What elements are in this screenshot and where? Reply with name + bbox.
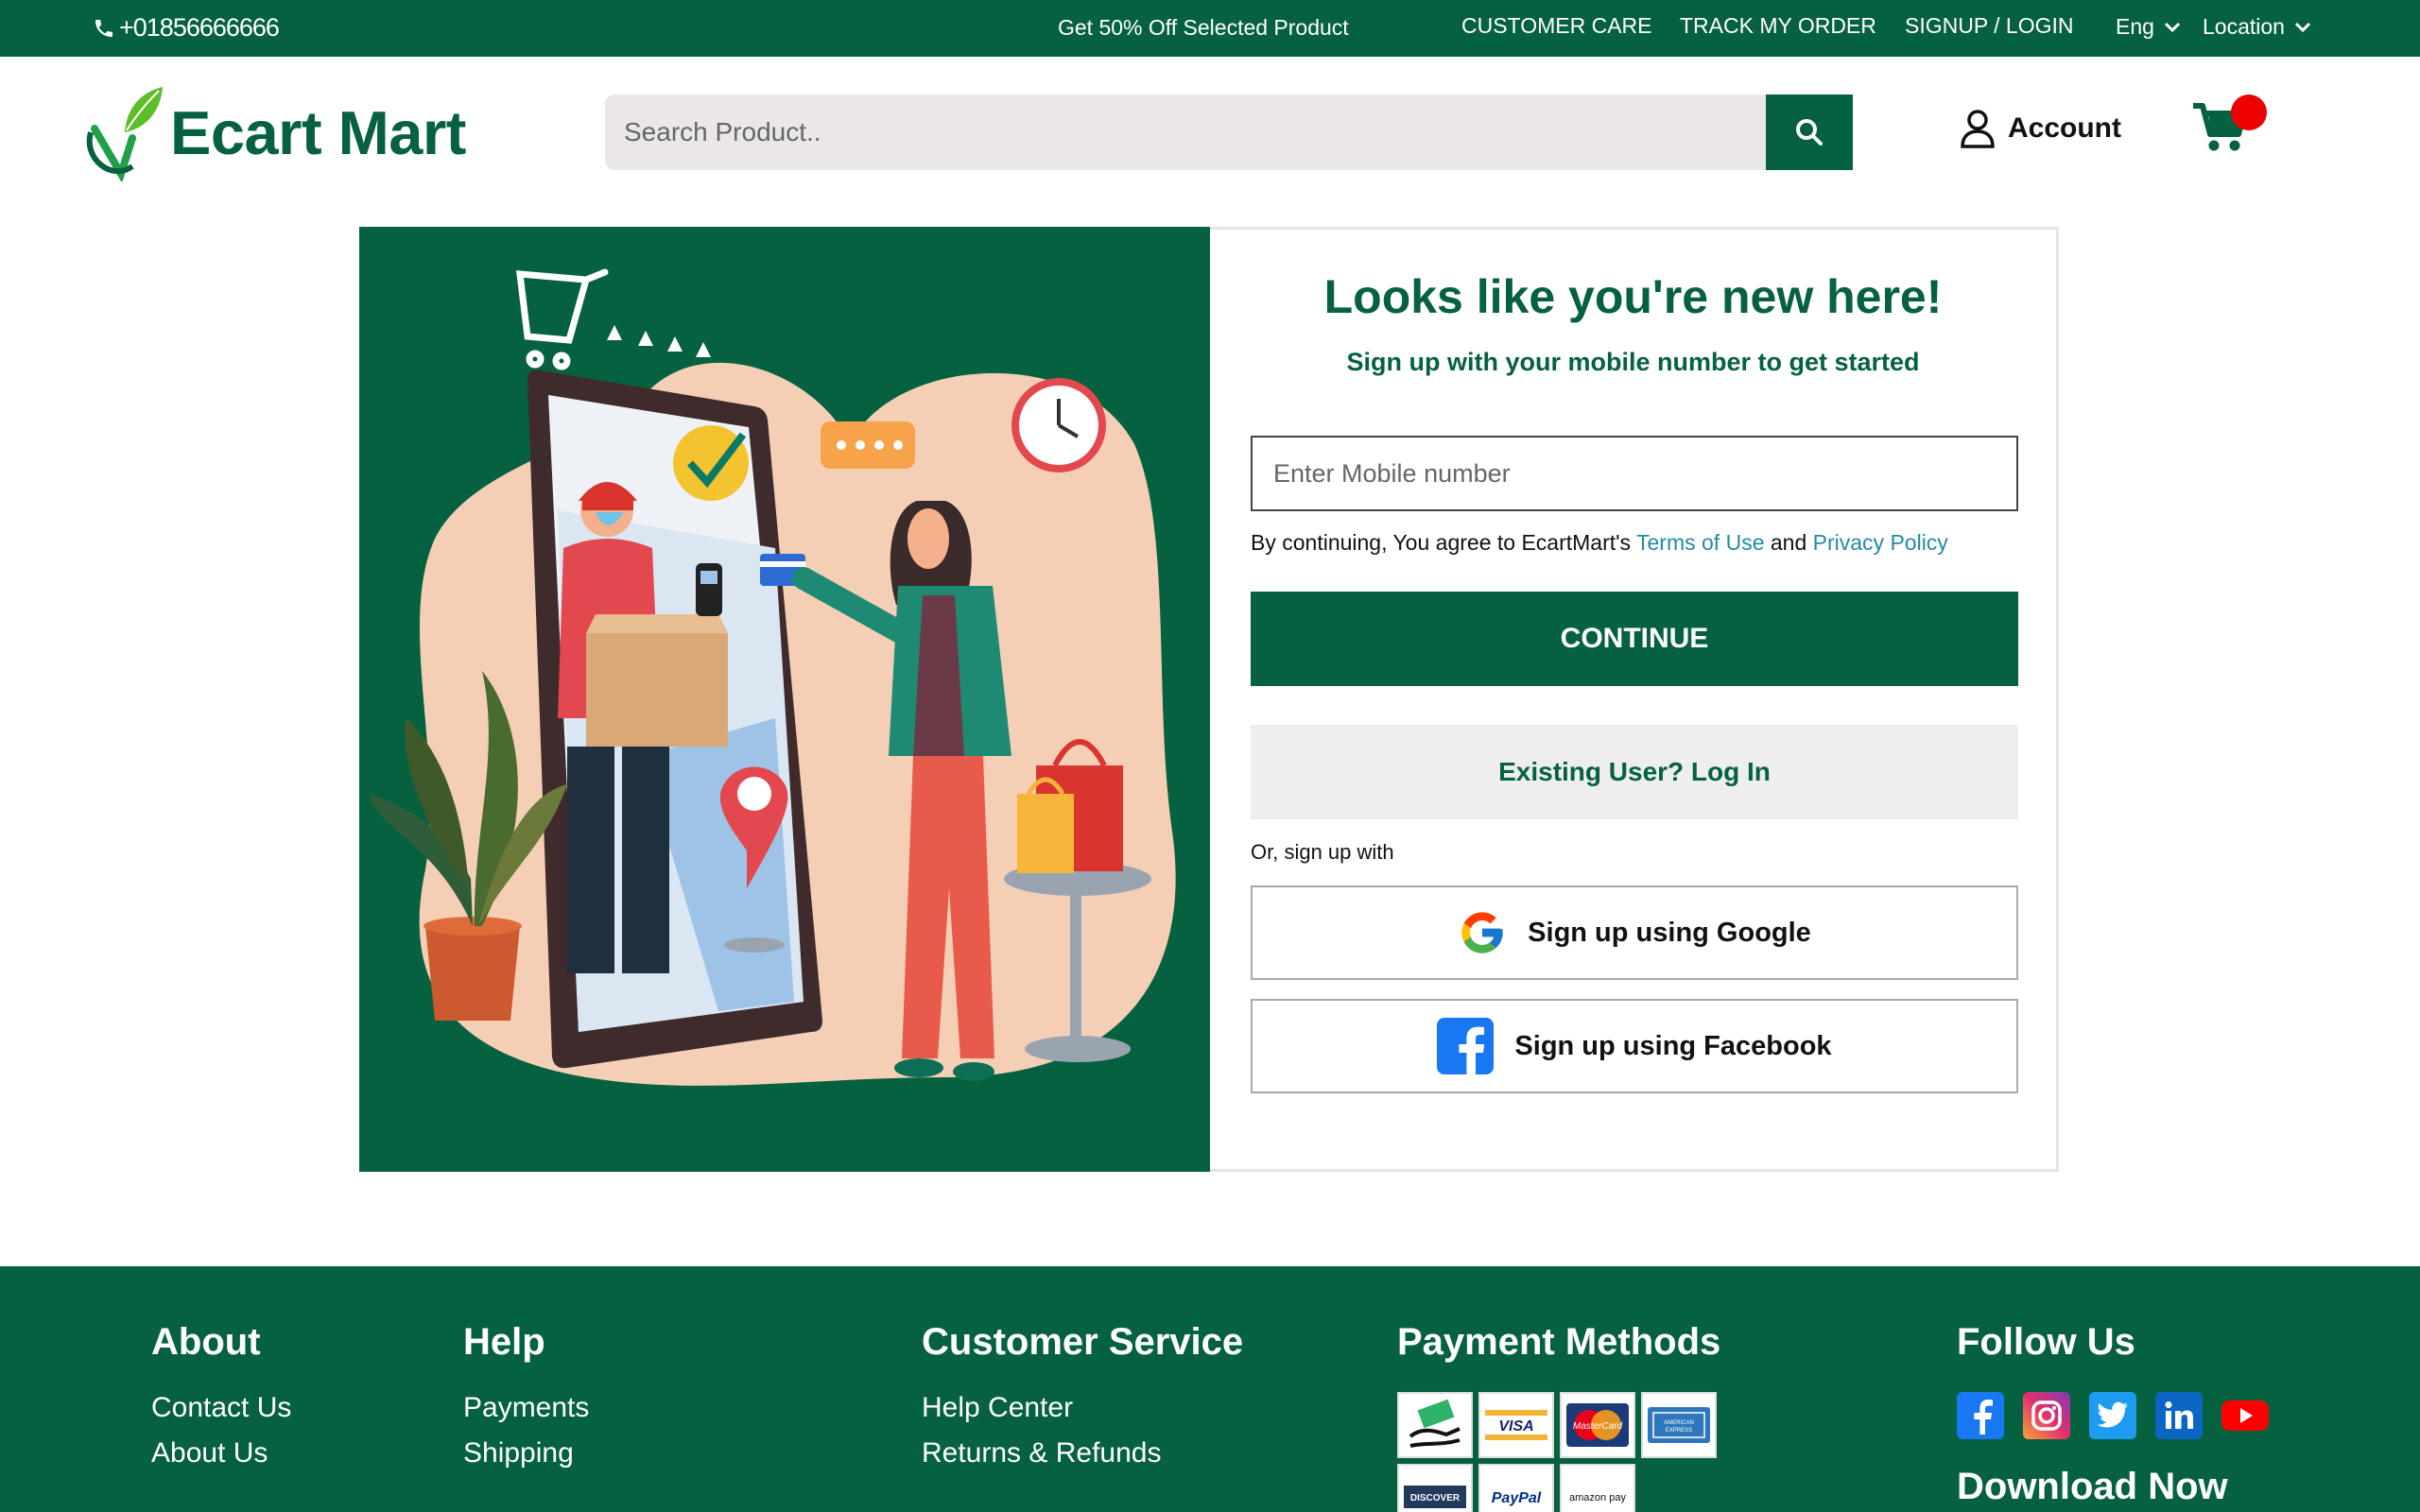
amex-card: AMERICAN EXPRESS xyxy=(1641,1392,1717,1458)
mastercard-text: MasterCard xyxy=(1573,1421,1623,1432)
footer-follow-title: Follow Us xyxy=(1957,1321,2135,1363)
payment-row-1: VISA MasterCard AMERICAN EXPRESS xyxy=(1397,1392,1720,1458)
facebook-icon[interactable] xyxy=(1957,1392,2004,1439)
leaf-logo-icon xyxy=(86,87,163,181)
instagram-icon[interactable] xyxy=(2023,1392,2070,1439)
chevron-down-icon xyxy=(2164,22,2180,32)
footer-help: Help Payments Shipping xyxy=(463,1321,589,1483)
top-bar: +01856666666 Get 50% Off Selected Produc… xyxy=(0,0,2420,57)
existing-user-login-button[interactable]: Existing User? Log In xyxy=(1251,725,2018,819)
terms-text: By continuing, You agree to EcartMart's … xyxy=(1251,530,1948,556)
amazon-pay-text: amazon pay xyxy=(1569,1492,1626,1503)
customer-care-link[interactable]: CUSTOMER CARE xyxy=(1461,13,1652,39)
footer-follow-us: Follow Us Download Now xyxy=(1957,1321,2269,1508)
google-signup-button[interactable]: Sign up using Google xyxy=(1251,885,2018,980)
search-icon xyxy=(1796,119,1823,146)
terms-and: and xyxy=(1770,530,1807,555)
location-value: Location xyxy=(2203,14,2285,39)
discover-card: DISCOVER xyxy=(1397,1464,1473,1512)
footer-customer-service: Customer Service Help Center Returns & R… xyxy=(922,1321,1243,1483)
cart-illustration xyxy=(516,268,609,370)
footer-help-title: Help xyxy=(463,1321,545,1363)
download-now-title: Download Now xyxy=(1957,1466,2228,1507)
search-input[interactable] xyxy=(605,94,1766,170)
payment-row-2: DISCOVER PayPal amazon pay xyxy=(1397,1464,1720,1512)
account-label: Account xyxy=(2008,112,2121,144)
facebook-signup-label: Sign up using Facebook xyxy=(1514,1030,1832,1061)
location-dropdown[interactable]: Location xyxy=(2203,14,2311,40)
track-order-link[interactable]: TRACK MY ORDER xyxy=(1680,13,1876,39)
paypal-text: PayPal xyxy=(1492,1490,1542,1506)
svg-text:AMERICAN: AMERICAN xyxy=(1664,1420,1694,1426)
brand-logo[interactable]: Ecart Mart xyxy=(83,83,466,181)
discover-text: DISCOVER xyxy=(1410,1493,1461,1503)
footer-about: About Contact Us About Us xyxy=(151,1321,291,1483)
paypal-card: PayPal xyxy=(1478,1464,1554,1512)
user-icon xyxy=(1961,110,1995,148)
promo-text: Get 50% Off Selected Product xyxy=(1058,15,1349,40)
visa-card: VISA xyxy=(1478,1392,1554,1458)
footer-payment-methods: Payment Methods VISA MasterCard AMERICAN… xyxy=(1397,1321,1720,1512)
social-links xyxy=(1957,1392,2269,1439)
about-us-link[interactable]: About Us xyxy=(151,1437,291,1469)
language-value: Eng xyxy=(2116,14,2154,39)
account-button[interactable]: Account xyxy=(1959,109,2121,148)
help-center-link[interactable]: Help Center xyxy=(922,1392,1243,1424)
google-icon xyxy=(1461,912,1503,954)
contact-us-link[interactable]: Contact Us xyxy=(151,1392,291,1424)
search-bar xyxy=(605,94,1853,170)
phone-number: +01856666666 xyxy=(119,13,280,42)
chevron-down-icon xyxy=(2294,22,2311,32)
visa-text: VISA xyxy=(1498,1418,1533,1435)
linkedin-icon[interactable] xyxy=(2155,1392,2203,1439)
youtube-icon[interactable] xyxy=(2221,1392,2269,1439)
footer-customer-service-title: Customer Service xyxy=(922,1321,1244,1363)
twitter-icon[interactable] xyxy=(2089,1392,2136,1439)
svg-text:EXPRESS: EXPRESS xyxy=(1666,1428,1692,1434)
footer-payment-title: Payment Methods xyxy=(1397,1321,1721,1363)
cart-button[interactable] xyxy=(2191,94,2267,160)
privacy-policy-link[interactable]: Privacy Policy xyxy=(1813,530,1948,555)
or-signup-label: Or, sign up with xyxy=(1251,840,1394,864)
continue-button[interactable]: CONTINUE xyxy=(1251,592,2018,686)
phone-contact[interactable]: +01856666666 xyxy=(93,13,280,43)
mastercard-card: MasterCard xyxy=(1560,1392,1635,1458)
language-dropdown[interactable]: Eng xyxy=(2116,14,2181,40)
brand-name: Ecart Mart xyxy=(170,97,466,167)
site-footer: About Contact Us About Us Help Payments … xyxy=(0,1266,2420,1512)
footer-about-title: About xyxy=(151,1321,261,1363)
terms-prefix: By continuing, You agree to EcartMart's xyxy=(1251,530,1632,555)
cash-on-delivery-icon xyxy=(1397,1392,1473,1458)
signup-login-link[interactable]: SIGNUP / LOGIN xyxy=(1905,13,2074,39)
phone-icon xyxy=(95,19,112,37)
facebook-icon xyxy=(1437,1018,1495,1074)
signup-panel: Looks like you're new here! Sign up with… xyxy=(1210,227,2059,1172)
signup-title: Looks like you're new here! xyxy=(1323,270,1943,323)
signup-subtitle: Sign up with your mobile number to get s… xyxy=(1346,348,1920,376)
terms-of-use-link[interactable]: Terms of Use xyxy=(1636,530,1764,555)
returns-refunds-link[interactable]: Returns & Refunds xyxy=(922,1437,1243,1469)
amazon-pay-card: amazon pay xyxy=(1560,1464,1635,1512)
google-signup-label: Sign up using Google xyxy=(1528,917,1811,948)
payments-link[interactable]: Payments xyxy=(463,1392,589,1424)
signup-illustration xyxy=(359,227,1210,1172)
mobile-number-input[interactable] xyxy=(1251,436,2018,511)
cart-badge xyxy=(2231,94,2267,130)
search-button[interactable] xyxy=(1766,94,1853,170)
shipping-link[interactable]: Shipping xyxy=(463,1437,589,1469)
facebook-signup-button[interactable]: Sign up using Facebook xyxy=(1251,999,2018,1093)
